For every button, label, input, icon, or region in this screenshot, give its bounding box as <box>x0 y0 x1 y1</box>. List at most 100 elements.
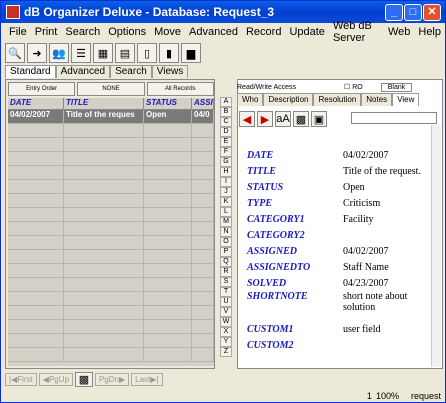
tab-views[interactable]: Views <box>151 65 189 78</box>
cell-status[interactable]: Open <box>144 110 192 124</box>
col-header-assigned[interactable]: ASSI <box>192 98 214 110</box>
menu-search[interactable]: Search <box>61 26 104 38</box>
alpha-r[interactable]: R <box>220 267 232 277</box>
prev-arrow-icon[interactable]: ◀ <box>239 111 255 127</box>
grid-icon[interactable]: ▦ <box>93 43 113 63</box>
menu-bar: File Print Search Options Move Advanced … <box>1 20 445 44</box>
filter-button[interactable]: NONE <box>77 82 145 96</box>
sort-order-button[interactable]: Entry Order <box>8 82 76 96</box>
search-icon[interactable]: 🔍 <box>5 43 25 63</box>
alpha-b[interactable]: B <box>220 107 232 117</box>
alpha-w[interactable]: W <box>220 317 232 327</box>
menu-print[interactable]: Print <box>31 26 62 38</box>
pgup-button[interactable]: ◀PgUp <box>38 372 73 386</box>
alpha-j[interactable]: J <box>220 187 232 197</box>
book-icon[interactable]: ▆ <box>181 43 201 63</box>
pgdn-button[interactable]: PgDn▶ <box>94 372 130 386</box>
alpha-t[interactable]: T <box>220 287 232 297</box>
menu-advanced[interactable]: Advanced <box>185 26 242 38</box>
minimize-button[interactable]: _ <box>385 4 403 21</box>
cell-date[interactable]: 04/02/2007 <box>8 110 64 124</box>
alpha-n[interactable]: N <box>220 227 232 237</box>
records-grid: DATE TITLE STATUS ASSI 04/02/2007 Title … <box>8 98 214 366</box>
menu-help[interactable]: Help <box>414 26 445 38</box>
field-row-custom2: CUSTOM2 <box>247 339 294 351</box>
alpha-k[interactable]: K <box>220 197 232 207</box>
tab-description[interactable]: Description <box>263 93 314 106</box>
alpha-q[interactable]: Q <box>220 257 232 267</box>
tab-who[interactable]: Who <box>237 93 264 106</box>
page-icon[interactable]: ▯ <box>137 43 157 63</box>
menu-web[interactable]: Web <box>384 26 414 38</box>
records-button[interactable]: All Records <box>146 82 214 96</box>
status-bar: 1 100% request <box>1 389 445 403</box>
tab-standard[interactable]: Standard <box>5 65 56 78</box>
alpha-u[interactable]: U <box>220 297 232 307</box>
status-zoom: 100% <box>375 391 399 401</box>
tab-advanced[interactable]: Advanced <box>55 65 111 78</box>
alpha-d[interactable]: D <box>220 127 232 137</box>
menu-update[interactable]: Update <box>285 26 328 38</box>
menu-move[interactable]: Move <box>150 26 185 38</box>
tab-notes[interactable]: Notes <box>361 93 393 106</box>
field-row-type: TYPE Criticism <box>247 197 381 209</box>
alpha-f[interactable]: F <box>220 147 232 157</box>
form-icon[interactable]: ▤ <box>115 43 135 63</box>
col-header-title[interactable]: TITLE <box>64 98 144 110</box>
alpha-e[interactable]: E <box>220 137 232 147</box>
access-mode-label: Read/Write Access <box>237 83 297 91</box>
first-button[interactable]: |◀First <box>5 372 37 386</box>
empty-row <box>8 222 214 236</box>
palette-icon[interactable]: ▩ <box>74 371 93 387</box>
tab-resolution[interactable]: Resolution <box>313 93 362 106</box>
empty-row <box>8 264 214 278</box>
empty-row <box>8 208 214 222</box>
tab-view[interactable]: View <box>392 93 420 106</box>
tab-search[interactable]: Search <box>110 65 152 78</box>
menu-record[interactable]: Record <box>242 26 285 38</box>
ro-checkbox[interactable]: ☐ RO <box>344 83 363 91</box>
users-icon[interactable]: 👥 <box>49 43 69 63</box>
next-arrow-icon[interactable]: ▶ <box>257 111 273 127</box>
alpha-g[interactable]: G <box>220 157 232 167</box>
alpha-x[interactable]: X <box>220 327 232 337</box>
alpha-a[interactable]: A <box>220 97 232 107</box>
alpha-p[interactable]: P <box>220 247 232 257</box>
list-icon[interactable]: ☰ <box>71 43 91 63</box>
alpha-l[interactable]: L <box>220 207 232 217</box>
alpha-c[interactable]: C <box>220 117 232 127</box>
alpha-s[interactable]: S <box>220 277 232 287</box>
empty-row <box>8 138 214 152</box>
detail-scrollbar[interactable] <box>431 125 441 367</box>
menu-file[interactable]: File <box>5 26 31 38</box>
dialog-icon[interactable]: ▣ <box>311 111 327 127</box>
empty-row <box>8 292 214 306</box>
font-size-icon[interactable]: aA <box>275 111 291 127</box>
alpha-h[interactable]: H <box>220 167 232 177</box>
alpha-m[interactable]: M <box>220 217 232 227</box>
alpha-y[interactable]: Y <box>220 337 232 347</box>
cell-title[interactable]: Title of the reques <box>64 110 144 124</box>
alpha-z[interactable]: Z <box>220 347 232 357</box>
chart-icon[interactable]: ▮ <box>159 43 179 63</box>
table-row[interactable]: 04/02/2007 Title of the reques Open 04/0 <box>8 110 214 124</box>
search-input[interactable] <box>351 112 437 124</box>
col-header-date[interactable]: DATE <box>8 98 64 110</box>
last-button[interactable]: Last▶| <box>131 372 163 386</box>
field-row-category2: CATEGORY2 <box>247 229 305 241</box>
menu-options[interactable]: Options <box>104 26 150 38</box>
alpha-i[interactable]: I <box>220 177 232 187</box>
close-button[interactable]: ✕ <box>423 4 441 21</box>
palette-icon[interactable]: ▩ <box>293 111 309 127</box>
main-toolbar: 🔍 ➜ 👥 ☰ ▦ ▤ ▯ ▮ ▆ <box>1 41 445 65</box>
blank-button[interactable]: Blank <box>380 82 413 92</box>
alpha-o[interactable]: O <box>220 237 232 247</box>
cell-assigned[interactable]: 04/0 <box>192 110 214 124</box>
empty-row <box>8 124 214 138</box>
alpha-v[interactable]: V <box>220 307 232 317</box>
goto-icon[interactable]: ➜ <box>27 43 47 63</box>
col-header-status[interactable]: STATUS <box>144 98 192 110</box>
maximize-button[interactable]: □ <box>404 4 422 21</box>
field-row-shortnote: SHORTNOTE short note about solution <box>247 291 408 313</box>
window-title: dB Organizer Deluxe - Database: Request_… <box>24 5 275 19</box>
